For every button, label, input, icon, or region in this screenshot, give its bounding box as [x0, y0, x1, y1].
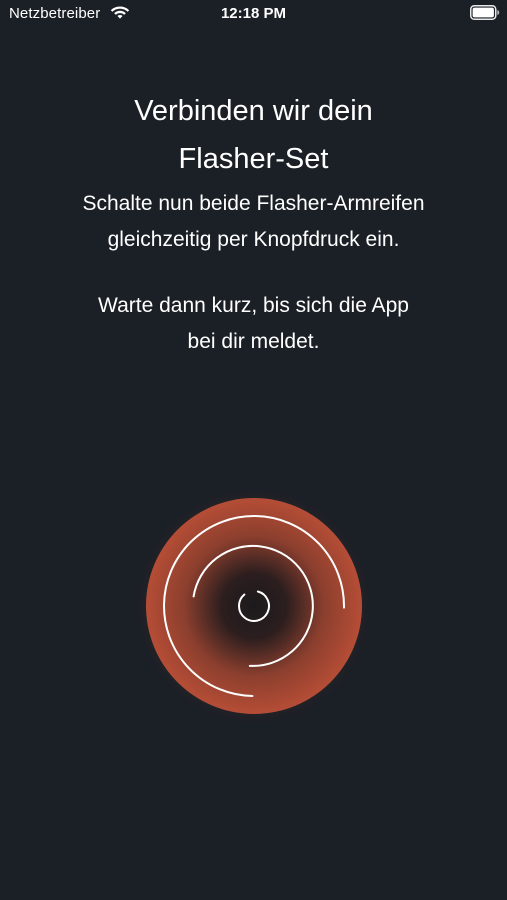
title-line-1: Verbinden wir dein: [134, 95, 373, 127]
connection-indicator: [134, 486, 374, 726]
wait-text: Warte dann kurz, bis sich die App bei di…: [20, 288, 487, 360]
wait-line-2: bei dir meldet.: [187, 330, 320, 353]
instruction-text: Schalte nun beide Flasher-Armreifen glei…: [20, 186, 487, 258]
instruction-line-2: gleichzeitig per Knopfdruck ein.: [107, 228, 400, 251]
instruction-line-1: Schalte nun beide Flasher-Armreifen: [82, 192, 425, 215]
connecting-spinner-icon: [163, 515, 345, 697]
battery-icon: [470, 5, 500, 20]
wait-line-1: Warte dann kurz, bis sich die App: [98, 294, 409, 317]
page-title: Verbinden wir dein Flasher-Set: [40, 87, 467, 183]
title-line-2: Flasher-Set: [178, 143, 329, 175]
status-time: 12:18 PM: [220, 5, 287, 22]
status-bar: Netzbetreiber 12:18 PM: [0, 0, 507, 28]
